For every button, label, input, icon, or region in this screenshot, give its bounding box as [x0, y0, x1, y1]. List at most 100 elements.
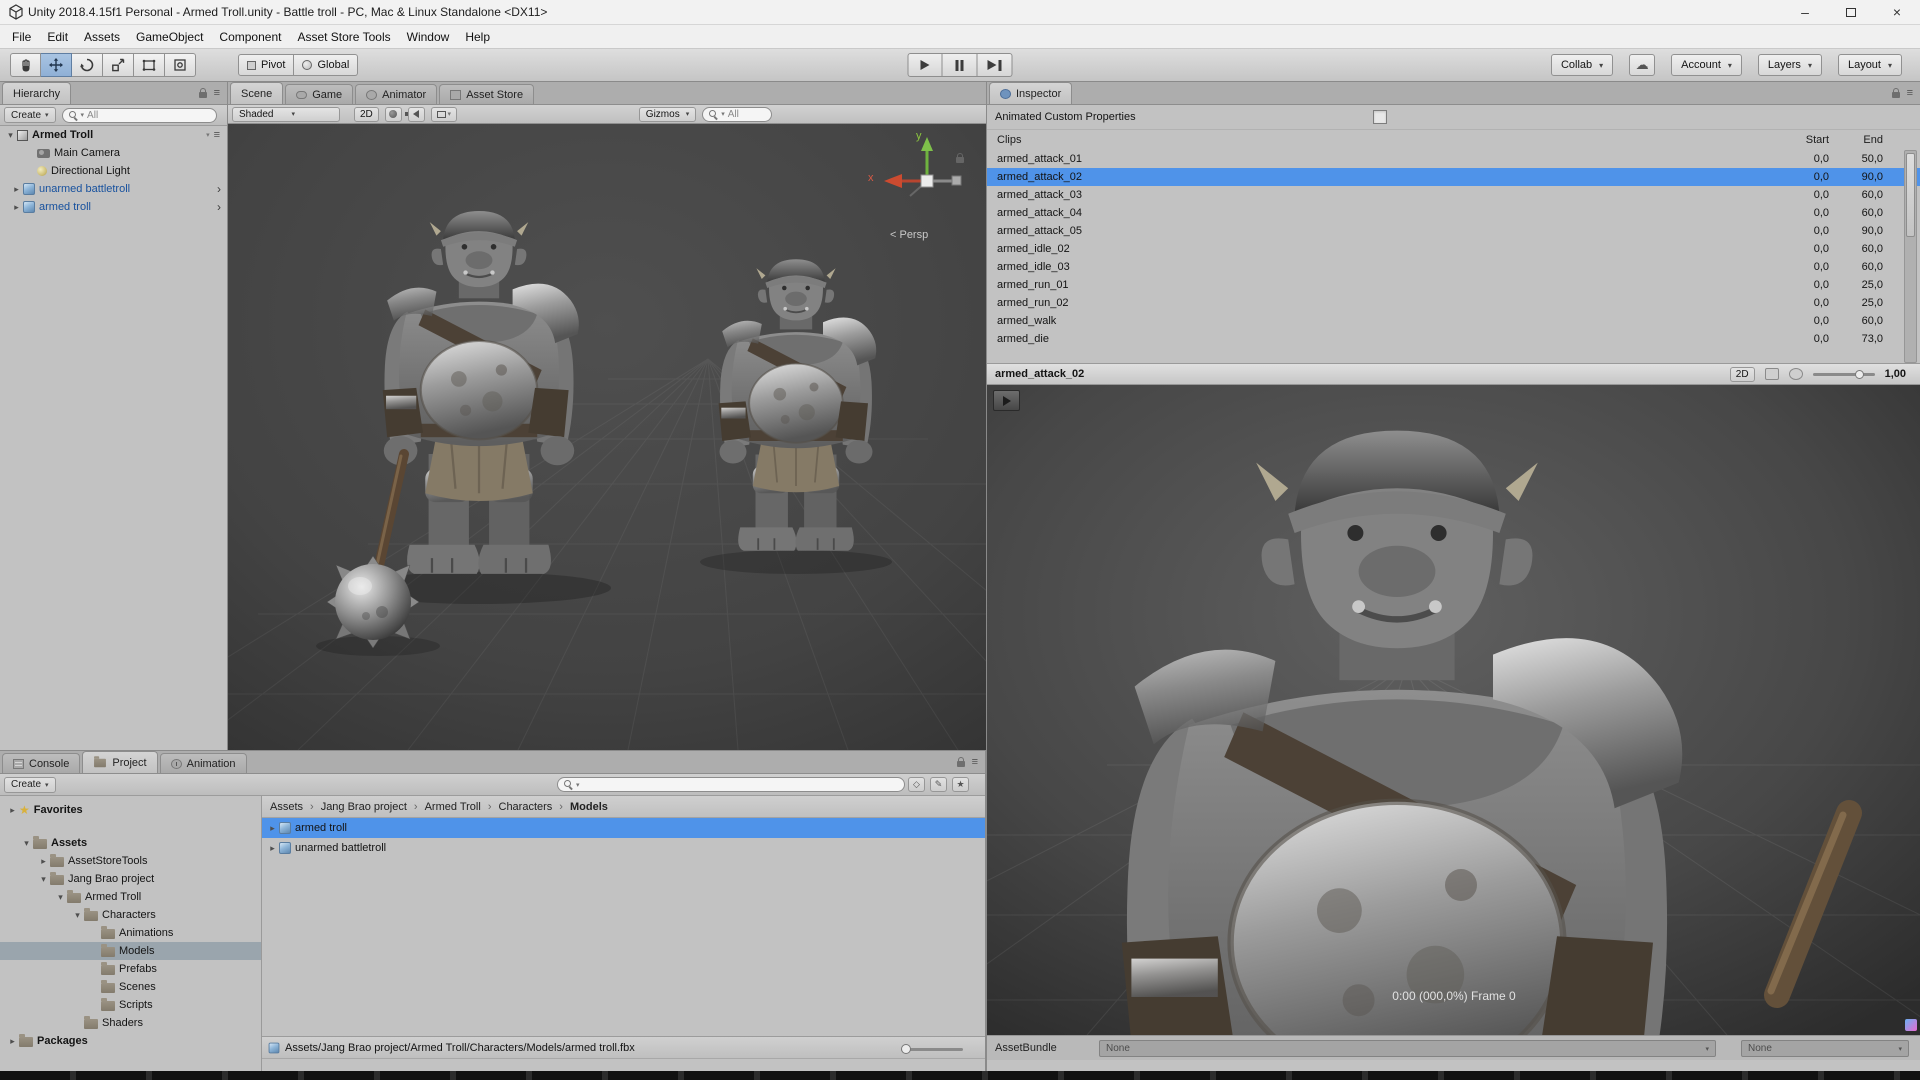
fold-arrow[interactable] — [266, 823, 279, 834]
slider-thumb[interactable] — [901, 1044, 911, 1054]
tree-item-jang-brao-project[interactable]: Jang Brao project — [0, 870, 261, 888]
fold-arrow[interactable] — [10, 202, 23, 213]
tree-item-scripts[interactable]: Scripts — [0, 996, 261, 1014]
asset-bundle-variant-dropdown[interactable]: None — [1741, 1040, 1909, 1057]
fold-arrow[interactable] — [20, 838, 33, 849]
menu-assets[interactable]: Assets — [76, 30, 128, 44]
hierarchy-item-armed-troll[interactable]: armed troll — [0, 198, 227, 216]
panel-menu-icon[interactable]: ≡ — [214, 87, 220, 99]
preview-header[interactable]: armed_attack_02 2D 1,00 — [987, 363, 1920, 385]
rotate-tool-button[interactable] — [72, 53, 103, 77]
lock-icon[interactable] — [956, 756, 965, 767]
hierarchy-item-directional-light[interactable]: Directional Light — [0, 162, 227, 180]
search-by-type-button[interactable]: ◇ — [908, 777, 925, 792]
shading-mode-dropdown[interactable]: Shaded — [232, 106, 340, 122]
breadcrumb-models[interactable]: Models — [570, 801, 608, 813]
scene-effects-dropdown[interactable]: ▾ — [430, 106, 457, 122]
clip-row-armed-attack-02[interactable]: armed_attack_02 0,0 90,0 — [987, 168, 1920, 186]
tree-item-shaders[interactable]: Shaders — [0, 1014, 261, 1032]
file-row-armed-troll[interactable]: armed troll — [262, 818, 985, 838]
clip-row-armed-attack-05[interactable]: armed_attack_05 0,0 90,0 — [987, 222, 1920, 240]
global-toggle-button[interactable]: Global — [294, 54, 359, 76]
tree-item-animations[interactable]: Animations — [0, 924, 261, 942]
clip-row-armed-idle-02[interactable]: armed_idle_02 0,0 60,0 — [987, 240, 1920, 258]
fold-arrow[interactable] — [71, 910, 84, 921]
tree-item-characters[interactable]: Characters — [0, 906, 261, 924]
minimize-button[interactable]: – — [1782, 0, 1828, 24]
preview-avatar-icon[interactable] — [1905, 1019, 1917, 1031]
preview-speed-slider[interactable] — [1812, 368, 1875, 380]
gizmos-dropdown[interactable]: Gizmos — [638, 106, 697, 122]
clip-row-armed-run-01[interactable]: armed_run_01 0,0 25,0 — [987, 276, 1920, 294]
tab-game[interactable]: Game — [285, 84, 354, 104]
hierarchy-item-main-camera[interactable]: Main Camera — [0, 144, 227, 162]
menu-edit[interactable]: Edit — [39, 30, 76, 44]
move-tool-button[interactable] — [41, 53, 72, 77]
clip-row-armed-attack-04[interactable]: armed_attack_04 0,0 60,0 — [987, 204, 1920, 222]
tree-item-scenes[interactable]: Scenes — [0, 978, 261, 996]
icon-zoom-slider[interactable] — [901, 1044, 963, 1054]
menu-file[interactable]: File — [4, 30, 39, 44]
layers-dropdown[interactable]: Layers — [1757, 54, 1822, 76]
breadcrumb-jang-brao[interactable]: Jang Brao project — [321, 801, 425, 813]
fold-arrow[interactable] — [6, 1036, 19, 1047]
step-button[interactable] — [977, 53, 1013, 77]
scene-search-input[interactable]: ▾ All — [702, 106, 773, 122]
tab-animator[interactable]: Animator — [355, 84, 438, 104]
project-create-button[interactable]: Create — [4, 776, 56, 793]
breadcrumb-characters[interactable]: Characters — [499, 801, 570, 813]
maximize-button[interactable] — [1828, 0, 1874, 24]
tab-hierarchy[interactable]: Hierarchy — [2, 82, 72, 104]
menu-asset-store-tools[interactable]: Asset Store Tools — [289, 30, 398, 44]
tree-item-favorites[interactable]: ★Favorites — [0, 801, 261, 819]
tab-asset-store[interactable]: Asset Store — [439, 84, 535, 104]
pause-button[interactable] — [942, 53, 978, 77]
fold-arrow[interactable] — [266, 843, 279, 854]
model-preview-viewport[interactable]: 0:00 (000,0%) Frame 0 — [987, 385, 1920, 1035]
preview-2d-toggle[interactable]: 2D — [1729, 366, 1755, 382]
acp-checkbox[interactable] — [1373, 110, 1387, 124]
hierarchy-scene-row[interactable]: Armed Troll ▾ ≡ — [0, 126, 227, 144]
panel-menu-icon[interactable]: ≡ — [1907, 87, 1913, 99]
tree-item-prefabs[interactable]: Prefabs — [0, 960, 261, 978]
menu-help[interactable]: Help — [457, 30, 498, 44]
scene-lighting-toggle[interactable] — [384, 106, 402, 122]
file-row-unarmed-battletroll[interactable]: unarmed battletroll — [262, 838, 985, 858]
clip-row-armed-attack-01[interactable]: armed_attack_01 0,0 50,0 — [987, 150, 1920, 168]
tab-project[interactable]: Project — [82, 751, 158, 773]
fold-arrow[interactable] — [10, 184, 23, 195]
windows-taskbar-sliver[interactable] — [0, 1071, 1920, 1080]
clips-scrollbar[interactable] — [1904, 150, 1917, 363]
viewport-lock-icon[interactable] — [956, 153, 964, 163]
tree-item-packages[interactable]: Packages — [0, 1032, 261, 1050]
tab-inspector[interactable]: Inspector — [989, 82, 1073, 104]
hierarchy-create-button[interactable]: Create — [4, 107, 56, 123]
hand-tool-button[interactable] — [10, 53, 41, 77]
preview-pivot-icon[interactable] — [1764, 368, 1779, 380]
cloud-services-button[interactable]: ☁ — [1629, 54, 1656, 76]
slider-thumb[interactable] — [1854, 369, 1864, 379]
tree-item-armed-troll[interactable]: Armed Troll — [0, 888, 261, 906]
preview-play-button[interactable] — [993, 390, 1020, 411]
project-search-input[interactable]: ▾ — [557, 777, 905, 792]
close-button[interactable]: × — [1874, 0, 1920, 24]
menu-component[interactable]: Component — [211, 30, 289, 44]
clip-row-armed-die[interactable]: armed_die 0,0 73,0 — [987, 330, 1920, 348]
scene-viewport[interactable]: y x < Persp — [228, 124, 986, 750]
breadcrumb-assets[interactable]: Assets — [270, 801, 321, 813]
clip-row-armed-walk[interactable]: armed_walk 0,0 60,0 — [987, 312, 1920, 330]
transform-tool-button[interactable] — [165, 53, 196, 77]
tree-item-models[interactable]: Models — [0, 942, 261, 960]
layout-dropdown[interactable]: Layout — [1837, 54, 1902, 76]
tab-scene[interactable]: Scene — [230, 82, 284, 104]
scene-audio-toggle[interactable] — [405, 106, 425, 122]
2d-toggle[interactable]: 2D — [354, 106, 379, 122]
hierarchy-item-unarmed-battletroll[interactable]: unarmed battletroll — [0, 180, 227, 198]
fold-arrow[interactable] — [4, 130, 17, 141]
lock-icon[interactable] — [1891, 87, 1900, 98]
account-dropdown[interactable]: Account — [1671, 54, 1742, 76]
tab-console[interactable]: Console — [2, 753, 81, 773]
tab-animation[interactable]: Animation — [159, 753, 247, 773]
tree-item-assets[interactable]: Assets — [0, 834, 261, 852]
search-by-label-button[interactable]: ✎ — [930, 777, 947, 792]
